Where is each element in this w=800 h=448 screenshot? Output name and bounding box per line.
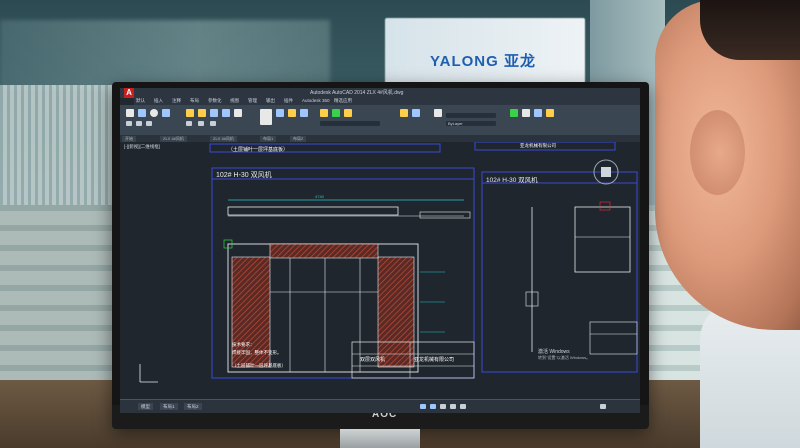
circle-tool-icon[interactable] — [150, 109, 158, 117]
grid-toggle-icon[interactable] — [420, 404, 426, 409]
note-line-2: （土层铺叶一层坪基底板） — [232, 363, 286, 368]
beam-end-bracket — [419, 211, 471, 219]
table-tool-icon[interactable] — [300, 109, 308, 117]
hatched-top-strip — [269, 243, 379, 259]
top-note: （土层铺叶一层坪基底板） — [228, 147, 289, 153]
activate-windows-title: 激活 Windows — [538, 349, 570, 355]
layout1-tab[interactable]: 布局1 — [160, 403, 178, 410]
right-title-block — [589, 321, 638, 355]
rectangle-tool-icon[interactable] — [126, 121, 132, 126]
ribbon-tab-manage[interactable]: 管理 — [248, 98, 257, 104]
customize-statusbar-icon[interactable] — [600, 404, 606, 409]
base-point-icon[interactable] — [546, 109, 554, 117]
polar-toggle-icon[interactable] — [450, 404, 456, 409]
ribbon-tab-layout[interactable]: 布局 — [190, 98, 199, 104]
ribbon-tab-output[interactable]: 输出 — [266, 98, 275, 104]
ribbon-tab-plugins[interactable]: 插件 — [284, 98, 293, 104]
left-drawing-title: 102# H-30 双风机 — [216, 172, 272, 179]
clipboard-paste-icon[interactable] — [534, 109, 542, 117]
layout2-tab[interactable]: 布局2 — [184, 403, 202, 410]
person-hair — [700, 0, 800, 60]
gradient-tool-icon[interactable] — [146, 121, 152, 126]
ribbon-panel: ByLayer — [120, 105, 640, 136]
red-marker — [599, 201, 611, 211]
arc-tool-icon[interactable] — [162, 109, 170, 117]
osnap-toggle-icon[interactable] — [460, 404, 466, 409]
copy-tool-icon[interactable] — [222, 109, 230, 117]
trim-tool-icon[interactable] — [210, 109, 218, 117]
insert-block-icon[interactable] — [400, 109, 408, 117]
ribbon-tab-featured[interactable]: 精选应用 — [334, 98, 352, 104]
office-scene: YALONG 亚龙 AOC A Autodesk AutoCAD 2014 ZL… — [0, 0, 800, 448]
monitor-screen: A Autodesk AutoCAD 2014 ZLX 4#风机.dwg 默认 … — [120, 88, 640, 413]
activate-windows-subtitle: 转到"设置"以激活 Windows。 — [538, 355, 591, 360]
person-ear — [690, 110, 745, 195]
viewport-controls[interactable]: [-][俯视][二维线框] — [124, 144, 160, 150]
layer-on-icon[interactable] — [332, 109, 340, 117]
color-dropdown-value: ByLayer — [448, 121, 463, 126]
title-block-company: 亚龙机械有限公司 — [414, 357, 455, 363]
rotate-tool-icon[interactable] — [198, 109, 206, 117]
app-title: Autodesk AutoCAD 2014 ZLX 4#风机.dwg — [310, 90, 404, 96]
dimension-text: 4740 — [315, 194, 324, 199]
layer-freeze-icon[interactable] — [344, 109, 352, 117]
group-tool-icon[interactable] — [510, 109, 518, 117]
model-tab[interactable]: 模型 — [138, 403, 153, 410]
ortho-toggle-icon[interactable] — [440, 404, 446, 409]
mirror-tool-icon[interactable] — [234, 109, 242, 117]
ribbon-tab-bar: 默认 插入 注释 布局 参数化 视图 管理 输出 插件 Autodesk 360… — [134, 98, 640, 105]
note-heading: 技术要求： — [232, 342, 255, 347]
dimension-tool-icon[interactable] — [276, 109, 284, 117]
ribbon-tab-parametric[interactable]: 参数化 — [208, 98, 222, 104]
file-tab-bar: 开始 ZLX 4#风机 ZLX 4#风机 布局1 布局2 — [120, 135, 640, 142]
create-block-icon[interactable] — [412, 109, 420, 117]
hatched-panel-right — [377, 256, 415, 368]
snap-toggle-icon[interactable] — [430, 404, 436, 409]
linetype-dropdown[interactable] — [446, 113, 496, 118]
partition-shadow — [0, 205, 130, 390]
title-block-name: 双层双风机 — [360, 357, 386, 363]
status-bar: 模型 布局1 布局2 — [120, 399, 640, 413]
hatch-tool-icon[interactable] — [136, 121, 142, 126]
top-beam — [227, 206, 399, 216]
array-tool-icon[interactable] — [210, 121, 216, 126]
top-company: 亚龙机械有限公司 — [520, 143, 556, 148]
ribbon-tab-home[interactable]: 默认 — [136, 98, 145, 104]
text-tool-icon[interactable] — [260, 109, 272, 125]
polyline-tool-icon[interactable] — [138, 109, 146, 117]
monitor-stand — [340, 429, 420, 448]
scale-tool-icon[interactable] — [198, 121, 204, 126]
autocad-logo-icon[interactable]: A — [124, 88, 134, 98]
right-drawing-title: 102# H-30 双风机 — [486, 177, 538, 184]
move-tool-icon[interactable] — [186, 109, 194, 117]
ribbon-tab-a360[interactable]: Autodesk 360 — [302, 98, 330, 103]
company-sign-text: YALONG 亚龙 — [430, 53, 536, 70]
line-tool-icon[interactable] — [126, 109, 134, 117]
leader-tool-icon[interactable] — [288, 109, 296, 117]
match-properties-icon[interactable] — [434, 109, 442, 117]
ribbon-tab-insert[interactable]: 插入 — [154, 98, 163, 104]
viewcube-icon[interactable] — [601, 167, 611, 177]
app-titlebar: A Autodesk AutoCAD 2014 ZLX 4#风机.dwg — [120, 88, 640, 98]
ribbon-tab-annotate[interactable]: 注释 — [172, 98, 181, 104]
layer-properties-icon[interactable] — [320, 109, 328, 117]
ribbon-tab-view[interactable]: 视图 — [230, 98, 239, 104]
note-line-1: 焊接牢固，整体不变形。 — [232, 350, 282, 355]
measure-tool-icon[interactable] — [522, 109, 530, 117]
vertical-blinds — [0, 85, 120, 215]
office-window — [0, 20, 330, 90]
stretch-tool-icon[interactable] — [186, 121, 192, 126]
drawing-canvas[interactable]: （土层铺叶一层坪基底板） 亚龙机械有限公司 102# H-30 双风机 102#… — [120, 142, 640, 399]
layer-dropdown[interactable] — [320, 121, 380, 126]
side-frame — [574, 206, 631, 273]
